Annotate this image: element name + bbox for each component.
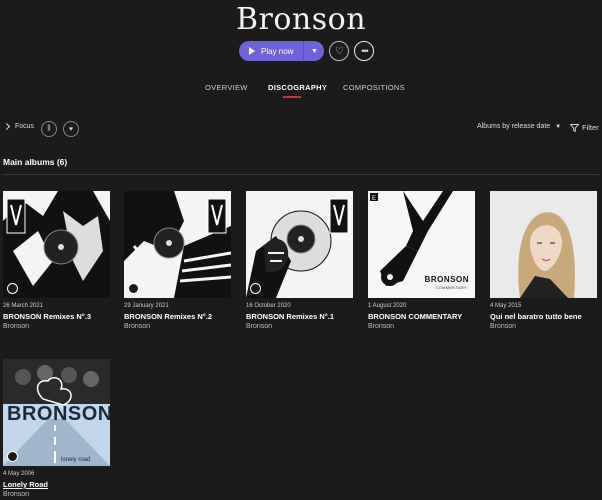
album-title[interactable]: Qui nel baratro tutto bene [490,312,598,321]
album-release-date: 1 August 2020 [368,303,407,309]
album-cover[interactable]: E BRONSON COMMENTARY [368,191,475,298]
sort-dropdown[interactable]: Albums by release date ▼ [477,123,561,130]
heart-icon: ♡ [334,45,344,57]
library-button[interactable]: ⫼ [41,121,57,137]
album-artist[interactable]: Bronson [368,323,476,330]
album-title[interactable]: BRONSON Remixes N°.1 [246,312,354,321]
discography-toolbar: Focus ⫼ ♥ Albums by release date ▼ Filte… [0,121,602,137]
album-release-date: 4 May 2006 [3,471,35,477]
album-card[interactable]: 29 January 2021 BRONSON Remixes N°.2 Bro… [124,191,232,330]
album-artwork [3,191,110,298]
album-release-date: 26 March 2021 [3,303,44,309]
quality-badge-icon [128,283,139,294]
filter-icon [570,123,579,132]
quality-badge-icon [7,283,18,294]
play-now-label: Play now [261,46,294,56]
album-artwork [246,191,353,298]
album-title[interactable]: BRONSON Remixes N°.3 [3,312,111,321]
album-cover[interactable] [3,191,110,298]
section-divider [3,174,599,175]
album-artist[interactable]: Bronson [3,491,111,498]
play-button-group: Play now ▼ [239,41,325,61]
filter-button[interactable]: Filter [570,123,599,132]
tab-overview[interactable]: OVERVIEW [205,83,248,92]
album-artist[interactable]: Bronson [490,323,598,330]
favorite-button[interactable]: ♡ [329,41,350,61]
artist-actions: Play now ▼ ♡ ••• [239,41,375,61]
album-release-date: 29 January 2021 [124,303,169,309]
album-artwork [124,191,231,298]
library-icon: ⫼ [47,125,51,132]
active-tab-indicator [283,96,301,98]
play-options-button[interactable]: ▼ [304,41,324,61]
chevron-down-icon: ▼ [555,124,562,130]
cover-sub-text: COMMENTARY [435,285,467,290]
artist-name: Bronson [235,2,367,37]
svg-text:E: E [372,196,376,202]
album-card[interactable]: 16 October 2020 BRONSON Remixes N°.1 Bro… [246,191,354,330]
album-artist[interactable]: Bronson [246,323,354,330]
album-cover[interactable] [124,191,231,298]
section-title: Main albums (6) [3,157,68,167]
album-title[interactable]: Lonely Road [3,480,111,489]
quality-badge-icon [250,283,261,294]
cover-sub-text: lonely road [61,457,91,463]
album-cover[interactable] [490,191,597,298]
album-release-date: 4 May 2015 [490,303,522,309]
album-release-date: 16 October 2020 [246,303,291,309]
cover-logo-text: BRONSON [424,275,469,284]
album-artist[interactable]: Bronson [3,323,111,330]
chevron-down-icon: ▼ [311,47,318,55]
focus-toggle[interactable]: Focus [2,122,35,131]
album-cover[interactable]: BRONSON lonely road [3,359,110,466]
cover-logo-text: BRONSON [7,403,110,425]
album-artist[interactable]: Bronson [124,323,232,330]
sort-label: Albums by release date [477,123,551,130]
album-card[interactable]: 26 March 2021 BRONSON Remixes N°.3 Brons… [3,191,111,330]
more-icon: ••• [361,46,369,56]
heart-icon: ♥ [68,125,74,133]
album-card[interactable]: 4 May 2015 Qui nel baratro tutto bene Br… [490,191,598,330]
album-cover[interactable] [246,191,353,298]
play-icon [249,47,255,55]
focus-label: Focus [15,123,35,130]
play-now-button[interactable]: Play now [239,41,303,61]
quality-badge-icon [7,451,18,462]
album-artwork [490,191,597,298]
chevron-right-icon [2,122,11,131]
album-card[interactable]: BRONSON lonely road 4 May 2006 Lonely Ro… [3,359,111,498]
favorite-filter-button[interactable]: ♥ [63,121,79,137]
album-title[interactable]: BRONSON Remixes N°.2 [124,312,232,321]
filter-label: Filter [582,123,599,132]
album-title[interactable]: BRONSON COMMENTARY [368,312,476,321]
album-card[interactable]: E BRONSON COMMENTARY 1 August 2020 BRONS… [368,191,476,330]
tab-discography[interactable]: DISCOGRAPHY [268,83,327,92]
tab-compositions[interactable]: COMPOSITIONS [343,83,405,92]
more-options-button[interactable]: ••• [354,41,375,61]
artist-tabs: OVERVIEW DISCOGRAPHY COMPOSITIONS [0,83,602,103]
